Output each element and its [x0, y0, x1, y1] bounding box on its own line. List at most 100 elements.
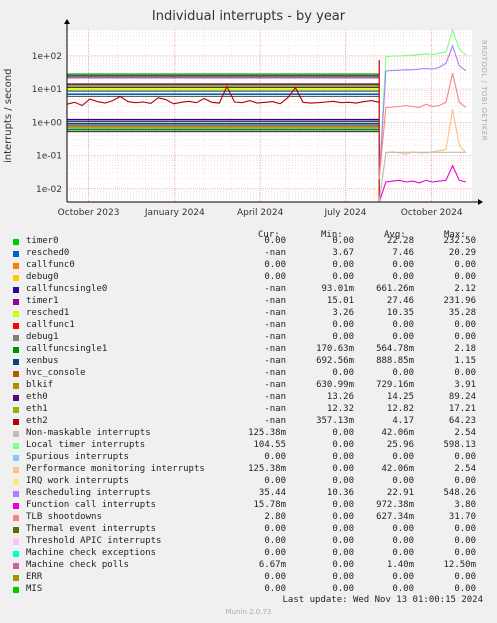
legend-max-value: 3.91: [454, 380, 476, 390]
legend-max-value: 0.00: [454, 332, 476, 342]
legend-max-value: 2.12: [454, 284, 476, 294]
legend-avg-value: 0.00: [392, 476, 414, 486]
legend-series-name: TLB shootdowns: [26, 512, 102, 522]
legend-color-swatch: [13, 251, 19, 257]
legend-avg-value: 22.28: [386, 236, 414, 246]
legend-max-value: 0.00: [454, 476, 476, 486]
legend-avg-value: 0.00: [392, 452, 414, 462]
legend-avg-value: 729.16m: [376, 380, 414, 390]
legend-max-value: 89.24: [448, 392, 476, 402]
legend-series-name: Thermal event interrupts: [26, 524, 157, 534]
legend-cur-value: -nan: [264, 320, 286, 330]
x-tick-label: July 2024: [323, 208, 366, 218]
legend-avg-value: 42.06m: [381, 464, 414, 474]
legend-cur-value: 125.38m: [248, 428, 286, 438]
legend-avg-value: 10.35: [386, 308, 414, 318]
legend-avg-value: 12.82: [386, 404, 414, 414]
legend-row: eth0 -nan 13.26 14.25 89.24: [0, 392, 497, 404]
legend-row: callfunc1 -nan 0.00 0.00 0.00: [0, 320, 497, 332]
legend-max-value: 2.18: [454, 344, 476, 354]
legend-color-swatch: [13, 419, 19, 425]
legend-cur-value: 0.00: [264, 272, 286, 282]
legend-color-swatch: [13, 587, 19, 593]
legend-series-name: eth1: [26, 404, 48, 414]
legend-row: hvc_console -nan 0.00 0.00 0.00: [0, 368, 497, 380]
legend-row: blkif -nan 630.99m 729.16m 3.91: [0, 380, 497, 392]
legend-avg-value: 42.06m: [381, 428, 414, 438]
legend-series-name: callfuncsingle1: [26, 344, 108, 354]
legend-cur-value: 125.38m: [248, 464, 286, 474]
legend-series-name: Spurious interrupts: [26, 452, 129, 462]
legend-max-value: 0.00: [454, 452, 476, 462]
y-axis-arrow: [64, 19, 70, 24]
legend-series-name: callfunc1: [26, 320, 75, 330]
legend-max-value: 0.00: [454, 548, 476, 558]
legend-avg-value: 0.00: [392, 572, 414, 582]
legend-color-swatch: [13, 503, 19, 509]
legend-row: Machine check polls 6.67m 0.00 1.40m 12.50m: [0, 560, 497, 572]
legend-row: Non-maskable interrupts 125.38m 0.00 42.06m…: [0, 428, 497, 440]
legend-row: Performance monitoring interrupts 125.38m…: [0, 464, 497, 476]
x-tick-label: January 2024: [144, 208, 205, 218]
legend-max-value: 0.00: [454, 260, 476, 270]
legend-color-swatch: [13, 335, 19, 341]
legend-series-name: resched0: [26, 248, 70, 258]
legend-max-value: 3.80: [454, 500, 476, 510]
legend-color-swatch: [13, 323, 19, 329]
legend-color-swatch: [13, 359, 19, 365]
legend-cur-value: 0.00: [264, 236, 286, 246]
legend-avg-value: 0.00: [392, 584, 414, 594]
legend-cur-value: -nan: [264, 344, 286, 354]
legend-series-name: eth0: [26, 392, 48, 402]
legend-cur-value: 35.44: [258, 488, 286, 498]
legend-cur-value: 0.00: [264, 572, 286, 582]
legend-max-value: 598.13: [443, 440, 476, 450]
legend-cur-value: -nan: [264, 296, 286, 306]
legend-series-name: timer1: [26, 296, 59, 306]
legend-row: IRQ work interrupts 0.00 0.00 0.00 0.00: [0, 476, 497, 488]
legend-row: callfunc0 0.00 0.00 0.00 0.00: [0, 260, 497, 272]
legend-row: timer0 0.00 0.00 22.28 232.50: [0, 236, 497, 248]
legend-color-swatch: [13, 299, 19, 305]
last-update: Last update: Wed Nov 13 01:00:15 2024: [282, 595, 483, 605]
legend-series-name: xenbus: [26, 356, 59, 366]
legend-cur-value: 0.00: [264, 524, 286, 534]
x-tick-label: October 2024: [401, 208, 463, 218]
legend-max-value: 2.54: [454, 428, 476, 438]
legend-row: xenbus -nan 692.56m 888.85m 1.15: [0, 356, 497, 368]
legend-max-value: 0.00: [454, 320, 476, 330]
legend-color-swatch: [13, 563, 19, 569]
legend-max-value: 0.00: [454, 536, 476, 546]
legend-series-name: Machine check polls: [26, 560, 129, 570]
legend-cur-value: 0.00: [264, 584, 286, 594]
legend-row: eth2 -nan 357.13m 4.17 64.23: [0, 416, 497, 428]
legend-color-swatch: [13, 371, 19, 377]
legend-color-swatch: [13, 539, 19, 545]
legend-avg-value: 27.46: [386, 296, 414, 306]
legend-cur-value: 0.00: [264, 476, 286, 486]
legend-max-value: 0.00: [454, 584, 476, 594]
y-tick-label: 1e+02: [32, 52, 62, 62]
legend-series-name: eth2: [26, 416, 48, 426]
legend-row: debug1 -nan 0.00 0.00 0.00: [0, 332, 497, 344]
legend-cur-value: -nan: [264, 248, 286, 258]
legend-series-name: IRQ work interrupts: [26, 476, 129, 486]
legend-color-swatch: [13, 467, 19, 473]
legend-avg-value: 0.00: [392, 548, 414, 558]
legend-series-name: Function call interrupts: [26, 500, 157, 510]
legend-avg-value: 627.34m: [376, 512, 414, 522]
legend-max-value: 31.70: [448, 512, 476, 522]
legend-max-value: 0.00: [454, 572, 476, 582]
legend-color-swatch: [13, 491, 19, 497]
legend-series-name: blkif: [26, 380, 54, 390]
legend-avg-value: 972.38m: [376, 500, 414, 510]
legend-avg-value: 22.91: [386, 488, 414, 498]
legend-series-name: Performance monitoring interrupts: [26, 464, 205, 474]
legend-series-name: timer0: [26, 236, 59, 246]
legend-max-value: 0.00: [454, 368, 476, 378]
legend-color-swatch: [13, 575, 19, 581]
legend-color-swatch: [13, 287, 19, 293]
legend-avg-value: 564.78m: [376, 344, 414, 354]
legend-cur-value: 0.00: [264, 260, 286, 270]
legend-color-swatch: [13, 455, 19, 461]
